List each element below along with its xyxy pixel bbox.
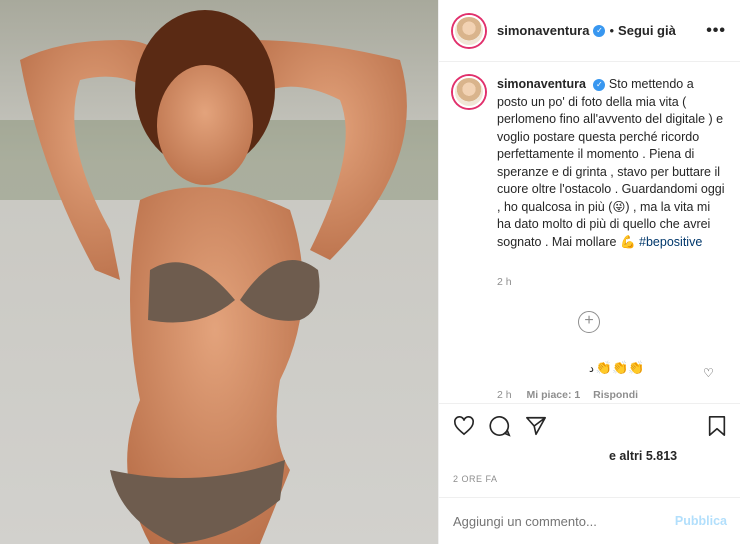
avatar[interactable] [453,14,485,47]
add-comment-bar: Pubblica [439,497,740,544]
more-options-icon[interactable]: ••• [706,22,726,40]
following-button[interactable]: Segui già [618,23,676,38]
bookmark-icon[interactable] [707,415,727,441]
action-bar [439,403,740,451]
caption-avatar[interactable] [453,76,485,108]
caption-verified-badge-icon: ✓ [593,79,606,91]
comment-meta: 2 h Mi piace: 1 Rispondi [497,389,638,401]
comment-likes[interactable]: Mi piace: 1 [527,389,581,401]
caption-body: Sto mettendo a posto un po' di foto dell… [497,77,725,249]
share-icon[interactable] [525,415,547,441]
hashtag-link[interactable]: #bepositive [639,235,702,249]
publish-button[interactable]: Pubblica [675,514,727,528]
caption-username[interactable]: simonaventura [497,77,586,91]
comment-item: د 👏👏👏 [589,360,644,376]
photo-illustration [0,0,438,544]
reply-button[interactable]: Rispondi [593,389,638,401]
caption-text-block: simonaventura ✓ Sto mettendo a posto un … [497,76,727,251]
instagram-post: simonaventura ✓ • Segui già ••• simonave… [0,0,740,544]
comment-input[interactable] [453,513,653,529]
post-photo[interactable] [0,0,438,544]
caption-time: 2 h [497,276,512,288]
header-separator: • [609,23,615,38]
likes-count[interactable]: e altri 5.813 [609,449,677,463]
comment-icon[interactable] [489,415,511,441]
post-header: simonaventura ✓ • Segui già ••• [439,0,740,62]
comment-time: 2 h [497,389,512,401]
comment-like-icon[interactable]: ♡ [703,366,714,380]
caption: simonaventura ✓ Sto mettendo a posto un … [453,76,733,251]
load-more-comments-icon[interactable]: + [578,311,600,333]
post-date: 2 ORE FA [453,474,498,484]
comment-prefix: د [589,362,594,375]
heart-icon[interactable] [453,415,475,440]
header-username[interactable]: simonaventura [497,23,589,38]
verified-badge-icon: ✓ [593,24,606,37]
comment-text: 👏👏👏 [595,360,645,375]
post-sidebar: simonaventura ✓ • Segui già ••• simonave… [438,0,740,544]
